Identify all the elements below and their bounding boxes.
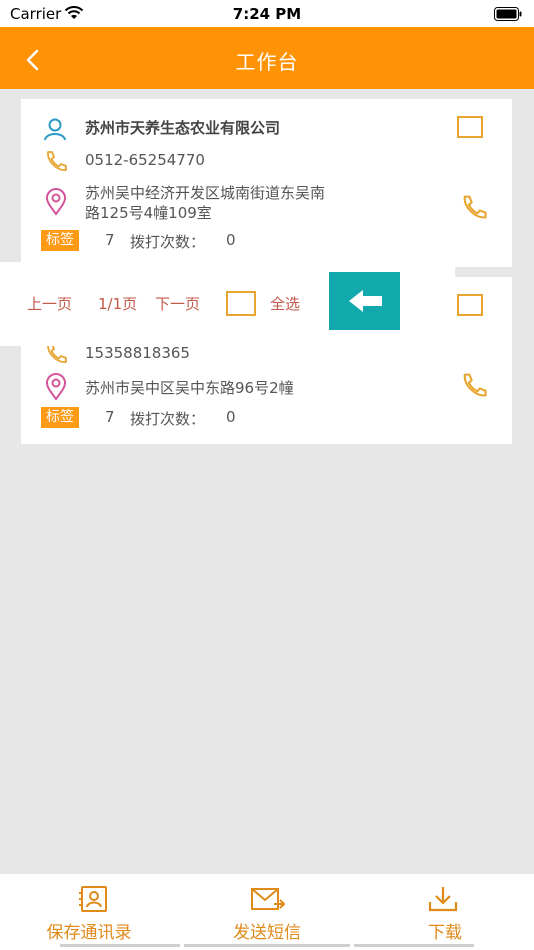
page-title: 工作台 bbox=[235, 50, 299, 74]
collapse-pager-button[interactable] bbox=[329, 272, 400, 330]
phone-number: 15358818365 bbox=[85, 344, 190, 362]
call-button[interactable] bbox=[459, 193, 489, 225]
status-bar: Carrier 7:24 PM bbox=[0, 0, 534, 27]
tab-label: 发送短信 bbox=[233, 923, 301, 943]
bottom-toolbar: 保存通讯录 发送短信 下载 bbox=[0, 874, 534, 950]
download-icon bbox=[426, 884, 460, 918]
page-indicator: 1/1页 bbox=[98, 295, 138, 313]
address-line: 路125号4幢109室 bbox=[85, 204, 212, 222]
status-time: 7:24 PM bbox=[232, 5, 302, 23]
select-checkbox[interactable] bbox=[457, 116, 483, 138]
contact-card: 苏州市天养生态农业有限公司 0512-65254770 苏州吴中经济开发区城南街… bbox=[21, 99, 512, 267]
tag-count: 7 bbox=[105, 408, 115, 426]
phone-number: 0512-65254770 bbox=[85, 151, 205, 169]
location-pin-icon bbox=[44, 188, 68, 220]
divider bbox=[354, 944, 474, 947]
tag-badge: 标签 bbox=[41, 230, 79, 251]
divider bbox=[60, 944, 180, 947]
arrow-left-icon bbox=[349, 290, 382, 312]
dial-count-value: 0 bbox=[226, 408, 236, 426]
select-all-label[interactable]: 全选 bbox=[270, 293, 300, 314]
phone-icon bbox=[463, 373, 487, 397]
dial-count-value: 0 bbox=[226, 231, 236, 249]
download-button[interactable]: 下载 bbox=[356, 874, 534, 950]
location-pin-icon bbox=[44, 373, 68, 405]
dial-count-label: 拨打次数： bbox=[130, 233, 206, 251]
phone-icon bbox=[43, 149, 69, 177]
tab-label: 保存通讯录 bbox=[46, 923, 132, 943]
divider bbox=[184, 944, 350, 947]
save-contacts-button[interactable]: 保存通讯录 bbox=[0, 874, 178, 950]
address-line: 苏州吴中经济开发区城南街道东吴南 bbox=[85, 184, 326, 202]
dial-count-label: 拨打次数： bbox=[130, 410, 206, 428]
company-name: 苏州市天养生态农业有限公司 bbox=[85, 119, 281, 137]
tag-count: 7 bbox=[105, 231, 115, 249]
contact-card-icon bbox=[77, 884, 111, 918]
battery-icon bbox=[494, 6, 522, 21]
address-line: 苏州市吴中区吴中东路96号2幢 bbox=[85, 379, 294, 397]
select-checkbox[interactable] bbox=[457, 294, 483, 316]
select-all-checkbox[interactable] bbox=[226, 291, 256, 316]
tag-badge: 标签 bbox=[41, 407, 79, 428]
prev-page-button[interactable]: 上一页 bbox=[27, 293, 72, 314]
phone-icon bbox=[463, 195, 487, 219]
navigation-bar: 工作台 bbox=[0, 27, 534, 89]
person-icon bbox=[42, 116, 68, 146]
next-page-button[interactable]: 下一页 bbox=[155, 293, 200, 314]
send-sms-button[interactable]: 发送短信 bbox=[178, 874, 356, 950]
call-button[interactable] bbox=[459, 371, 489, 403]
send-mail-icon bbox=[250, 884, 286, 918]
tab-label: 下载 bbox=[428, 923, 462, 943]
